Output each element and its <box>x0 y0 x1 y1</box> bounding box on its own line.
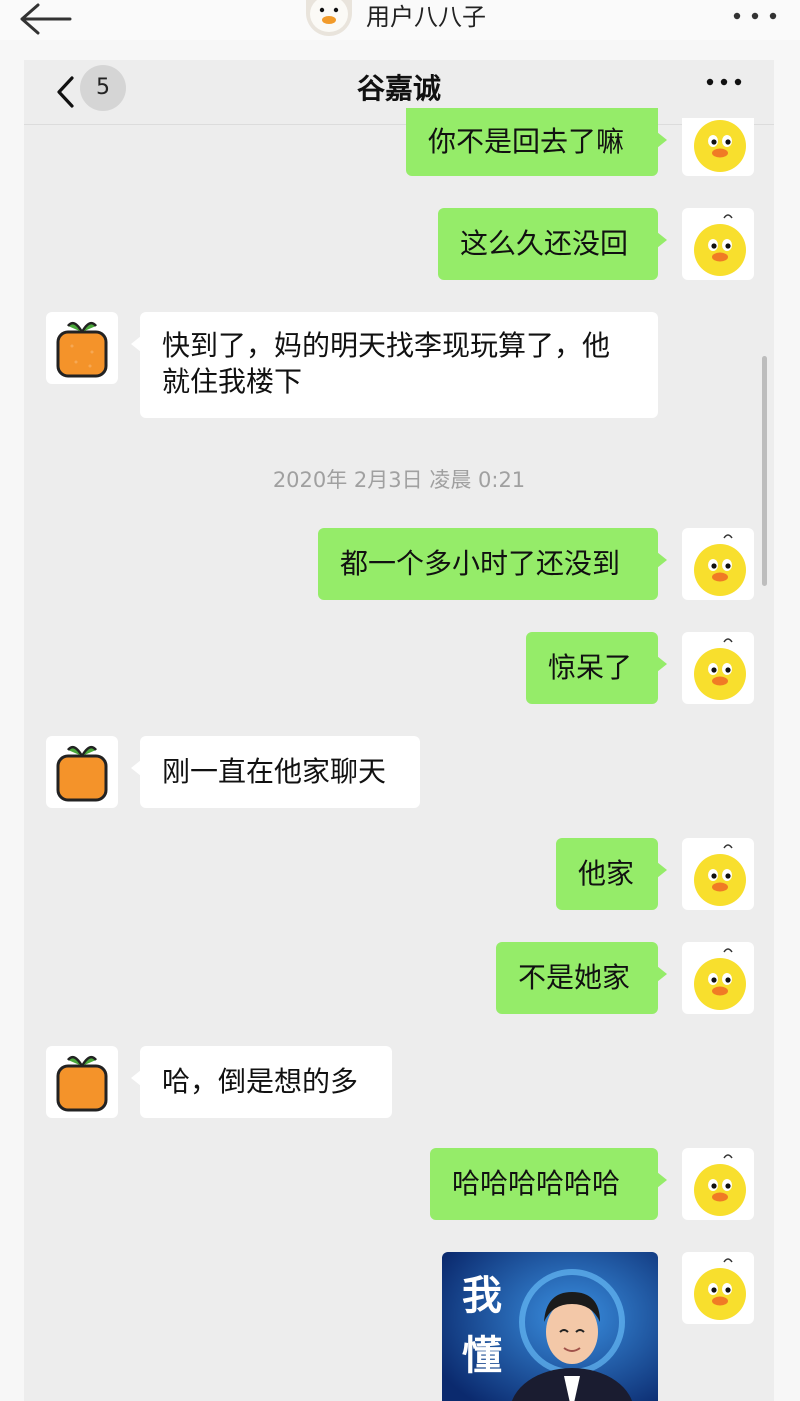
outer-app-header: 用户八八子 <box>0 0 800 40</box>
message-text: 刚一直在他家聊天 <box>162 755 387 788</box>
scrollbar[interactable] <box>762 356 767 586</box>
sticker-image[interactable]: 我 懂 <box>442 1252 658 1401</box>
outgoing-message-bubble[interactable]: 惊呆了 <box>526 632 667 704</box>
outgoing-message-bubble[interactable]: 哈哈哈哈哈哈 <box>430 1148 667 1220</box>
duck-avatar-icon[interactable] <box>682 208 754 280</box>
more-dots-icon[interactable] <box>730 4 780 28</box>
message-text: 哈哈哈哈哈哈 <box>452 1167 621 1200</box>
duck-avatar-icon[interactable] <box>682 528 754 600</box>
orange-avatar-icon[interactable] <box>46 312 118 384</box>
back-arrow-icon[interactable] <box>18 0 72 38</box>
incoming-message-bubble[interactable]: 哈，倒是想的多 <box>131 1046 392 1118</box>
duck-avatar-icon[interactable] <box>682 632 754 704</box>
outgoing-message-bubble[interactable]: 不是她家 <box>496 942 667 1014</box>
duck-avatar-icon[interactable] <box>682 118 754 176</box>
chat-header: 5 谷嘉诚 <box>24 60 774 125</box>
orange-avatar-icon[interactable] <box>46 1046 118 1118</box>
outgoing-message-bubble[interactable]: 你不是回去了嘛 <box>406 108 667 176</box>
outgoing-message-bubble[interactable]: 都一个多小时了还没到 <box>318 528 667 600</box>
message-text: 这么久还没回 <box>460 227 629 260</box>
message-text-line: 快到了，妈的明天找李现玩算了，他 <box>162 329 611 362</box>
duck-avatar-icon[interactable] <box>682 942 754 1014</box>
outer-page-title: 用户八八子 <box>366 3 486 31</box>
message-text: 他家 <box>578 857 635 890</box>
more-dots-icon[interactable] <box>704 72 744 92</box>
incoming-message-bubble[interactable]: 刚一直在他家聊天 <box>131 736 420 808</box>
duck-avatar-icon[interactable] <box>306 0 352 36</box>
chat-screenshot: 5 谷嘉诚 你不是回去了嘛 这么久还没回 快到了，妈的明天找李现玩算了，他 就住… <box>24 60 774 1401</box>
chat-contact-name: 谷嘉诚 <box>356 72 441 105</box>
message-text-line: 就住我楼下 <box>162 365 303 398</box>
duck-avatar-icon[interactable] <box>682 1252 754 1324</box>
sticker-caption-char: 我 <box>462 1273 502 1319</box>
message-text: 都一个多小时了还没到 <box>340 547 621 580</box>
duck-avatar-icon[interactable] <box>682 838 754 910</box>
outgoing-message-bubble[interactable]: 他家 <box>556 838 667 910</box>
incoming-message-bubble[interactable]: 快到了，妈的明天找李现玩算了，他 就住我楼下 <box>131 312 658 418</box>
sticker-caption-char: 懂 <box>462 1333 502 1379</box>
message-text: 惊呆了 <box>548 651 633 684</box>
message-text: 你不是回去了嘛 <box>428 125 625 158</box>
outgoing-message-bubble[interactable]: 这么久还没回 <box>438 208 667 280</box>
duck-avatar-icon[interactable] <box>682 1148 754 1220</box>
orange-avatar-icon[interactable] <box>46 736 118 808</box>
message-text: 哈，倒是想的多 <box>162 1065 359 1098</box>
message-text: 不是她家 <box>518 961 631 994</box>
message-timestamp: 2020年 2月3日 凌晨 0:21 <box>272 468 526 492</box>
